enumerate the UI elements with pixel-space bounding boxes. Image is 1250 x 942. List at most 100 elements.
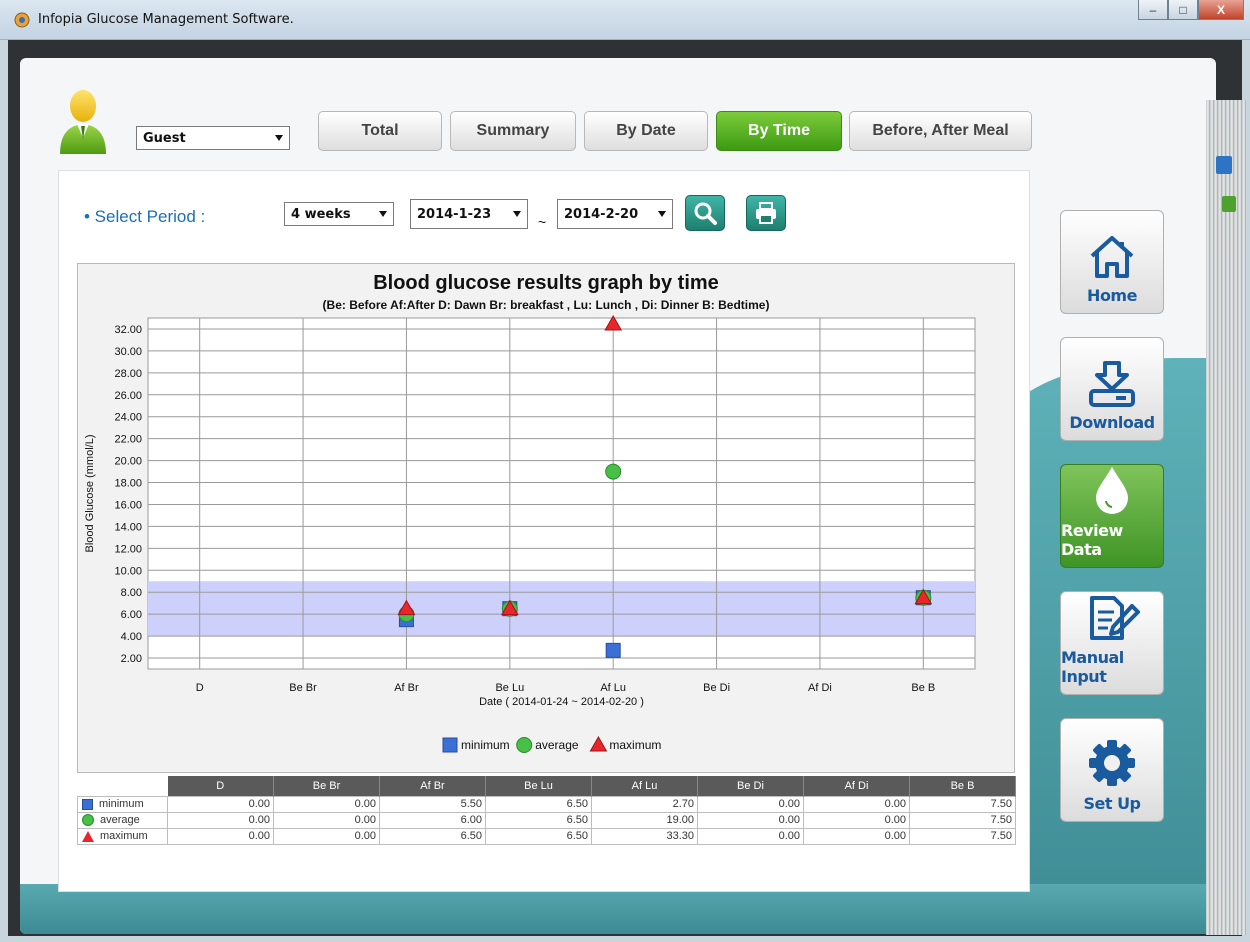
app-icon xyxy=(14,12,30,28)
table-cell: 0.00 xyxy=(273,795,380,813)
table-cell: 0.00 xyxy=(803,811,910,829)
nav-home-button[interactable]: Home xyxy=(1060,210,1164,314)
select-period-label: • Select Period : xyxy=(84,207,206,226)
search-button[interactable] xyxy=(685,195,725,231)
target-range-band xyxy=(148,581,975,637)
bookmark-icon xyxy=(1222,196,1236,212)
print-button[interactable] xyxy=(746,195,786,231)
close-button[interactable]: X xyxy=(1198,0,1244,20)
legend-marker-minimum xyxy=(442,737,458,753)
minimize-button[interactable]: – xyxy=(1138,0,1168,20)
period-range-value: 4 weeks xyxy=(291,206,351,222)
y-tick-label: 16.00 xyxy=(114,499,142,511)
row-label-text: maximum xyxy=(100,830,148,842)
table-cell: 6.50 xyxy=(485,811,592,829)
download-icon xyxy=(1089,361,1135,407)
y-tick-label: 32.00 xyxy=(114,324,142,336)
row-label-text: minimum xyxy=(99,798,144,810)
start-date-picker[interactable]: 2014-1-23 xyxy=(410,199,528,229)
table-corner xyxy=(78,776,168,796)
chevron-down-icon xyxy=(658,211,666,217)
book-pages xyxy=(1206,100,1246,935)
column-header: Be Di xyxy=(697,776,804,796)
table-cell: 7.50 xyxy=(909,811,1016,829)
start-date-value: 2014-1-23 xyxy=(417,206,492,222)
nav-review-data-button[interactable]: Review Data xyxy=(1060,464,1164,568)
table-row: maximum 0.00 0.00 6.50 6.50 33.30 0.00 0… xyxy=(77,827,1016,845)
x-tick-label: Be Lu xyxy=(495,682,524,694)
user-avatar-icon xyxy=(60,90,106,154)
nav-manual-input-button[interactable]: Manual Input xyxy=(1060,591,1164,695)
table-cell: 7.50 xyxy=(909,827,1016,845)
chevron-down-icon xyxy=(275,135,283,141)
end-date-picker[interactable]: 2014-2-20 xyxy=(557,199,673,229)
y-tick-label: 10.00 xyxy=(114,565,142,577)
table-cell: 6.50 xyxy=(485,795,592,813)
gear-icon xyxy=(1089,740,1135,786)
y-tick-label: 26.00 xyxy=(114,390,142,402)
y-tick-label: 8.00 xyxy=(121,587,142,599)
table-cell: 0.00 xyxy=(167,811,274,829)
triangle-marker-icon xyxy=(82,830,94,842)
tab-summary[interactable]: Summary xyxy=(450,111,576,151)
title-bar: Infopia Glucose Management Software. – □… xyxy=(0,0,1250,40)
column-header: D xyxy=(167,776,274,796)
drop-icon xyxy=(1096,467,1128,514)
y-tick-label: 18.00 xyxy=(114,478,142,490)
printer-icon xyxy=(756,202,776,224)
x-tick-label: Af Lu xyxy=(600,682,626,694)
manual-input-icon xyxy=(1090,596,1140,640)
column-header: Af Br xyxy=(379,776,486,796)
legend-label: minimum xyxy=(461,738,510,752)
table-cell: 19.00 xyxy=(591,811,698,829)
tab-total[interactable]: Total xyxy=(318,111,442,151)
tab-before-after-meal[interactable]: Before, After Meal xyxy=(849,111,1032,151)
table-header-row: D Be Br Af Br Be Lu Af Lu Be Di Af Di Be… xyxy=(78,776,1016,796)
table-row: minimum 0.00 0.00 5.50 6.50 2.70 0.00 0.… xyxy=(77,795,1016,813)
table-row: average 0.00 0.00 6.00 6.50 19.00 0.00 0… xyxy=(77,811,1016,829)
user-select[interactable]: Guest xyxy=(136,126,290,150)
search-icon xyxy=(694,202,717,225)
nav-download-button[interactable]: Download xyxy=(1060,337,1164,441)
row-label: minimum xyxy=(77,795,168,813)
x-tick-label: Be B xyxy=(911,682,935,694)
y-tick-label: 4.00 xyxy=(121,631,142,643)
table-cell: 0.00 xyxy=(167,795,274,813)
square-marker-icon xyxy=(82,798,93,810)
circle-marker-icon xyxy=(82,814,94,827)
period-range-select[interactable]: 4 weeks xyxy=(284,202,394,226)
x-tick-label: Af Br xyxy=(394,682,419,694)
tab-by-date[interactable]: By Date xyxy=(584,111,708,151)
window-title: Infopia Glucose Management Software. xyxy=(38,12,294,27)
nav-review-data-label: Review Data xyxy=(1061,521,1123,559)
y-tick-label: 14.00 xyxy=(114,521,142,533)
end-date-value: 2014-2-20 xyxy=(564,206,639,222)
y-axis-label: Blood Glucose (mmol/L) xyxy=(84,435,96,553)
chart-title: Blood glucose results graph by time xyxy=(373,272,719,294)
table-cell: 0.00 xyxy=(803,795,910,813)
table-cell: 5.50 xyxy=(379,795,486,813)
maximize-button[interactable]: □ xyxy=(1168,0,1198,20)
y-tick-label: 22.00 xyxy=(114,434,142,446)
table-cell: 0.00 xyxy=(273,811,380,829)
column-header: Af Di xyxy=(803,776,910,796)
table-cell: 0.00 xyxy=(167,827,274,845)
column-header: Be Br xyxy=(273,776,380,796)
y-tick-label: 2.00 xyxy=(121,653,142,665)
table-cell: 7.50 xyxy=(909,795,1016,813)
nav-set-up-button[interactable]: Set Up xyxy=(1060,718,1164,822)
table-cell: 0.00 xyxy=(697,827,804,845)
x-tick-label: D xyxy=(196,682,204,694)
table-cell: 33.30 xyxy=(591,827,698,845)
x-tick-label: Af Di xyxy=(808,682,832,694)
y-tick-label: 28.00 xyxy=(114,368,142,380)
nav-download-label: Download xyxy=(1069,413,1155,432)
y-tick-label: 30.00 xyxy=(114,346,142,358)
legend-label: average xyxy=(535,738,579,752)
chevron-down-icon xyxy=(513,211,521,217)
tab-by-time[interactable]: By Time xyxy=(716,111,842,151)
column-header: Be B xyxy=(909,776,1016,796)
data-point-minimum xyxy=(605,642,621,658)
home-icon xyxy=(1090,236,1134,278)
legend-marker-maximum xyxy=(589,735,608,752)
